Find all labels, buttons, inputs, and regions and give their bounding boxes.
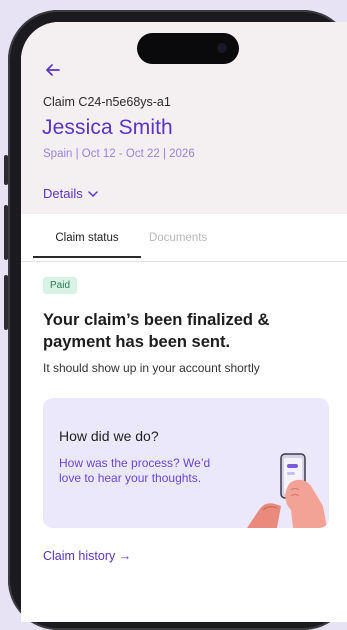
- camera-icon: [217, 43, 227, 53]
- claim-id: Claim C24-n5e68ys-a1: [43, 95, 171, 109]
- phone-notch: [137, 33, 239, 64]
- claim-history-link[interactable]: Claim history →: [43, 549, 131, 563]
- feedback-body: How was the process? We’d love to hear y…: [59, 456, 211, 485]
- phone-side-button: [4, 205, 8, 260]
- trip-info: Spain | Oct 12 - Oct 22 | 2026: [43, 148, 195, 160]
- tab-documents[interactable]: Documents: [149, 232, 207, 244]
- phone-side-button: [4, 275, 8, 330]
- phone-side-button: [4, 155, 8, 185]
- status-headline: Your claim’s been finalized & payment ha…: [43, 311, 270, 351]
- arrow-left-icon[interactable]: [43, 60, 63, 80]
- feedback-card[interactable]: How did we do? How was the process? We’d…: [43, 398, 329, 528]
- tab-claim-status[interactable]: Claim status: [33, 232, 141, 258]
- status-badge: Paid: [43, 277, 78, 294]
- details-label: Details: [43, 186, 83, 201]
- hand-holding-phone-icon: [247, 453, 327, 528]
- details-toggle[interactable]: Details: [43, 186, 99, 201]
- claimant-name: Jessica Smith: [42, 116, 173, 139]
- feedback-title: How did we do?: [59, 428, 159, 444]
- status-subtext: It should show up in your account shortl…: [43, 361, 260, 375]
- tab-bar: Claim status Documents: [21, 228, 347, 262]
- chevron-down-icon: [88, 190, 98, 197]
- phone-screen: Claim C24-n5e68ys-a1 Jessica Smith Spain…: [21, 22, 347, 622]
